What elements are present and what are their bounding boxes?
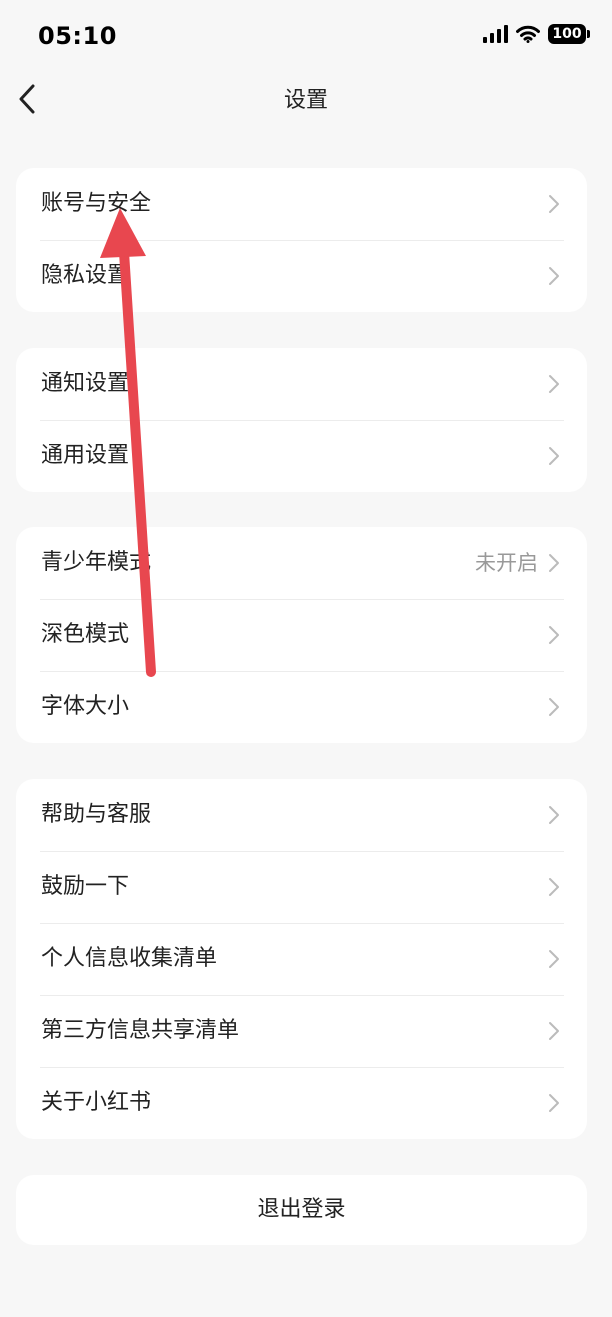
- logout-button[interactable]: 退出登录: [16, 1175, 587, 1245]
- settings-row-help[interactable]: 帮助与客服: [16, 779, 587, 851]
- settings-row-encourage[interactable]: 鼓励一下: [16, 851, 587, 923]
- row-label: 个人信息收集清单: [41, 946, 218, 971]
- settings-row-general[interactable]: 通用设置: [16, 420, 587, 492]
- settings-row-third-party-sharing[interactable]: 第三方信息共享清单: [16, 995, 587, 1067]
- row-label: 帮助与客服: [41, 802, 152, 827]
- chevron-right-icon: [549, 698, 559, 716]
- settings-row-privacy[interactable]: 隐私设置: [16, 240, 587, 312]
- row-label: 关于小红书: [41, 1090, 152, 1115]
- teen-mode-status: 未开启: [475, 551, 538, 575]
- settings-row-dark-mode[interactable]: 深色模式: [16, 599, 587, 671]
- row-label: 鼓励一下: [41, 874, 130, 899]
- status-bar: 05:10 100: [0, 0, 612, 74]
- nav-bar: 设置: [0, 74, 612, 122]
- chevron-right-icon: [549, 950, 559, 968]
- row-label: 青少年模式: [41, 550, 152, 575]
- settings-row-personal-info-list[interactable]: 个人信息收集清单: [16, 923, 587, 995]
- battery-icon: 100: [548, 24, 590, 44]
- page-title: 设置: [283, 88, 328, 113]
- row-label: 通用设置: [41, 443, 130, 468]
- status-time: 05:10: [38, 22, 117, 50]
- settings-group-notifications: 通知设置 通用设置: [16, 348, 587, 492]
- chevron-right-icon: [549, 1022, 559, 1040]
- row-label: 账号与安全: [41, 191, 152, 216]
- row-label: 字体大小: [41, 694, 130, 719]
- settings-group-about: 帮助与客服 鼓励一下 个人信息收集清单 第三方信息共享清单 关于小红书: [16, 779, 587, 1139]
- row-label: 隐私设置: [41, 263, 130, 288]
- settings-row-account-security[interactable]: 账号与安全: [16, 168, 587, 240]
- settings-row-font-size[interactable]: 字体大小: [16, 671, 587, 743]
- settings-row-about[interactable]: 关于小红书: [16, 1067, 587, 1139]
- settings-group-display: 青少年模式 未开启 深色模式 字体大小: [16, 527, 587, 743]
- chevron-right-icon: [549, 554, 559, 572]
- chevron-right-icon: [549, 878, 559, 896]
- wifi-icon: [516, 25, 540, 43]
- settings-group-account: 账号与安全 隐私设置: [16, 168, 587, 312]
- chevron-right-icon: [549, 267, 559, 285]
- row-label: 深色模式: [41, 622, 130, 647]
- status-icons: 100: [483, 24, 590, 44]
- settings-row-notifications[interactable]: 通知设置: [16, 348, 587, 420]
- chevron-right-icon: [549, 806, 559, 824]
- chevron-right-icon: [549, 447, 559, 465]
- settings-row-teen-mode[interactable]: 青少年模式 未开启: [16, 527, 587, 599]
- chevron-right-icon: [549, 195, 559, 213]
- row-label: 第三方信息共享清单: [41, 1018, 240, 1043]
- chevron-left-icon: [19, 84, 35, 114]
- chevron-right-icon: [549, 375, 559, 393]
- chevron-right-icon: [549, 1094, 559, 1112]
- back-button[interactable]: [10, 76, 54, 120]
- row-label: 通知设置: [41, 371, 130, 396]
- chevron-right-icon: [549, 626, 559, 644]
- cellular-signal-icon: [483, 25, 508, 43]
